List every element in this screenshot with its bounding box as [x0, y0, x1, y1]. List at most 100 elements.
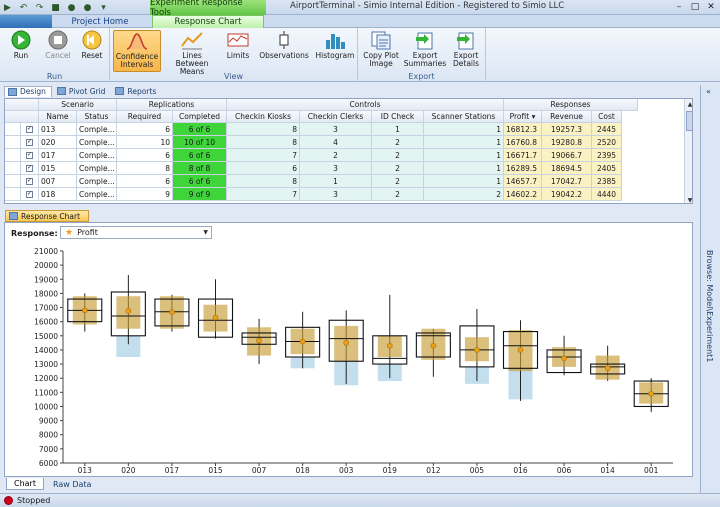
cell-revenue[interactable]: 19066.7	[542, 149, 592, 162]
row-selector[interactable]	[5, 162, 21, 175]
cell-profit[interactable]: 16760.8	[504, 136, 542, 149]
cell-revenue[interactable]: 19042.2	[542, 188, 592, 201]
cell-kiosks[interactable]: 6	[227, 162, 300, 175]
row-selector[interactable]	[5, 188, 21, 201]
cell-name[interactable]: 013	[39, 123, 77, 136]
cell-required[interactable]: 6	[117, 149, 173, 162]
row-selector[interactable]	[5, 149, 21, 162]
tab-chart[interactable]: Chart	[6, 478, 44, 490]
row-checkbox[interactable]: ✓	[26, 151, 33, 159]
cell-id_check[interactable]: 2	[372, 162, 424, 175]
tab-project-home[interactable]: Project Home	[60, 15, 140, 28]
undo-icon[interactable]: ↶	[18, 2, 29, 13]
cell-scanner[interactable]: 1	[424, 149, 504, 162]
cell-name[interactable]: 020	[39, 136, 77, 149]
tab-raw-data[interactable]: Raw Data	[46, 478, 98, 490]
response-chart-tab[interactable]: Response Chart	[5, 210, 89, 222]
cell-revenue[interactable]: 17042.7	[542, 175, 592, 188]
scroll-thumb[interactable]	[686, 111, 692, 131]
cell-completed[interactable]: 8 of 8	[173, 162, 227, 175]
cell-name[interactable]: 017	[39, 149, 77, 162]
table-row[interactable]: ✓ 020 Comple... 10 10 of 10 8 4 2 1 16760.8 19280.…	[5, 136, 622, 149]
cancel-button[interactable]: Cancel	[42, 30, 74, 60]
cell-kiosks[interactable]: 7	[227, 149, 300, 162]
col-scanner-stations[interactable]: Scanner Stations	[424, 111, 504, 123]
col-profit[interactable]: Profit ▾	[504, 111, 542, 123]
table-row[interactable]: ✓ 018 Comple... 9 9 of 9 7 3 2 2 14602.2 19042.2 44…	[5, 188, 622, 201]
row-selector[interactable]	[5, 123, 21, 136]
save-icon[interactable]: ■	[50, 2, 61, 13]
cell-kiosks[interactable]: 7	[227, 188, 300, 201]
limits-button[interactable]: Limits	[223, 30, 253, 60]
cell-completed[interactable]: 9 of 9	[173, 188, 227, 201]
cell-scanner[interactable]: 1	[424, 123, 504, 136]
cell-scanner[interactable]: 1	[424, 136, 504, 149]
cell-revenue[interactable]: 19280.8	[542, 136, 592, 149]
cell-scanner[interactable]: 1	[424, 162, 504, 175]
cell-profit[interactable]: 16812.3	[504, 123, 542, 136]
scroll-up-icon[interactable]: ▲	[685, 99, 692, 109]
col-id-check[interactable]: ID Check	[372, 111, 424, 123]
cell-cost[interactable]: 2385	[592, 175, 622, 188]
cell-profit[interactable]: 14602.2	[504, 188, 542, 201]
cell-cost[interactable]: 2520	[592, 136, 622, 149]
cell-cost[interactable]: 2395	[592, 149, 622, 162]
row-checkbox-cell[interactable]: ✓	[21, 123, 39, 136]
grid-scrollbar[interactable]: ▲ ▼	[684, 99, 692, 203]
cell-completed[interactable]: 6 of 6	[173, 149, 227, 162]
cell-profit[interactable]: 14657.7	[504, 175, 542, 188]
cell-completed[interactable]: 10 of 10	[173, 136, 227, 149]
cell-revenue[interactable]: 18694.5	[542, 162, 592, 175]
cell-clerks[interactable]: 1	[300, 175, 372, 188]
row-checkbox-cell[interactable]: ✓	[21, 162, 39, 175]
cell-required[interactable]: 6	[117, 175, 173, 188]
col-completed[interactable]: Completed	[173, 111, 227, 123]
cell-required[interactable]: 6	[117, 123, 173, 136]
cell-status[interactable]: Comple...	[77, 123, 117, 136]
confidence-intervals-button[interactable]: Confidence Intervals	[113, 30, 161, 72]
redo-icon[interactable]: ↷	[34, 2, 45, 13]
cell-completed[interactable]: 6 of 6	[173, 175, 227, 188]
cell-completed[interactable]: 6 of 6	[173, 123, 227, 136]
cell-id_check[interactable]: 2	[372, 149, 424, 162]
cell-status[interactable]: Comple...	[77, 136, 117, 149]
cell-name[interactable]: 007	[39, 175, 77, 188]
row-checkbox[interactable]: ✓	[26, 138, 33, 146]
lines-between-means-button[interactable]: Lines Between Means	[165, 30, 219, 76]
row-selector[interactable]	[5, 136, 21, 149]
table-row[interactable]: ✓ 015 Comple... 8 8 of 8 6 3 2 1 16289.5 18694.5 24…	[5, 162, 622, 175]
tab-response-chart[interactable]: Response Chart	[152, 15, 264, 28]
cell-status[interactable]: Comple...	[77, 162, 117, 175]
maximize-button[interactable]: □	[688, 1, 702, 13]
cell-name[interactable]: 018	[39, 188, 77, 201]
cell-cost[interactable]: 2445	[592, 123, 622, 136]
qat-dropdown-icon[interactable]: ▾	[98, 2, 109, 13]
tab-design[interactable]: Design	[4, 85, 52, 97]
row-checkbox-cell[interactable]: ✓	[21, 136, 39, 149]
table-row[interactable]: ✓ 013 Comple... 6 6 of 6 8 3 1 1 16812.3 19257.3 24…	[5, 123, 622, 136]
histogram-button[interactable]: Histogram	[315, 30, 355, 60]
observations-button[interactable]: Observations	[257, 30, 311, 60]
cell-scanner[interactable]: 1	[424, 175, 504, 188]
col-required[interactable]: Required	[117, 111, 173, 123]
row-selector[interactable]	[5, 175, 21, 188]
row-checkbox-cell[interactable]: ✓	[21, 188, 39, 201]
cell-id_check[interactable]: 2	[372, 175, 424, 188]
tab-pivot-grid[interactable]: Pivot Grid	[54, 86, 111, 97]
pause-icon[interactable]: ●	[66, 2, 77, 13]
col-cost[interactable]: Cost	[592, 111, 622, 123]
cell-required[interactable]: 8	[117, 162, 173, 175]
cell-cost[interactable]: 2405	[592, 162, 622, 175]
col-checkin-clerks[interactable]: Checkin Clerks	[300, 111, 372, 123]
row-checkbox[interactable]: ✓	[26, 177, 33, 185]
cell-required[interactable]: 10	[117, 136, 173, 149]
cell-status[interactable]: Comple...	[77, 149, 117, 162]
cell-status[interactable]: Comple...	[77, 175, 117, 188]
cell-id_check[interactable]: 2	[372, 188, 424, 201]
cell-clerks[interactable]: 4	[300, 136, 372, 149]
response-select[interactable]: ★ Profit ▼	[60, 226, 212, 239]
cell-id_check[interactable]: 2	[372, 136, 424, 149]
table-row[interactable]: ✓ 017 Comple... 6 6 of 6 7 2 2 1 16671.7 19066.7 23…	[5, 149, 622, 162]
cell-id_check[interactable]: 1	[372, 123, 424, 136]
cell-name[interactable]: 015	[39, 162, 77, 175]
